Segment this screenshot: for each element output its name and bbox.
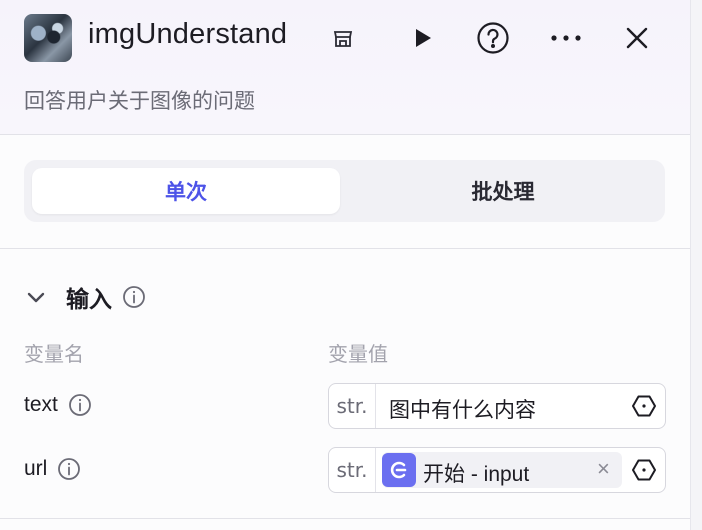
- run-button[interactable]: [404, 20, 440, 56]
- variable-reference-icon[interactable]: [631, 457, 657, 483]
- variable-reference-icon[interactable]: [631, 393, 657, 419]
- plugin-avatar: [24, 14, 72, 62]
- close-button[interactable]: [619, 20, 655, 56]
- tab-single[interactable]: 单次: [32, 168, 340, 214]
- store-icon[interactable]: [331, 27, 355, 51]
- variable-reference-chip[interactable]: 开始 - input ×: [382, 452, 622, 488]
- reference-label: 开始 - input: [423, 463, 530, 486]
- divider: [0, 248, 690, 249]
- help-icon: [477, 22, 509, 54]
- info-icon[interactable]: [57, 457, 81, 481]
- node-test-panel: imgUnderstand 回答用户关于图像的问题 单次 批处理 输入 变量名 …: [0, 0, 690, 530]
- section-title: 输入: [66, 286, 112, 312]
- run-mode-switch: 单次 批处理: [24, 160, 665, 222]
- param-url-field[interactable]: str. 开始 - input ×: [328, 447, 666, 493]
- column-header-value: 变量值: [328, 344, 388, 366]
- param-row-url-label: url: [24, 457, 81, 481]
- panel-header: imgUnderstand 回答用户关于图像的问题: [0, 0, 690, 135]
- help-button[interactable]: [475, 20, 511, 56]
- param-row-text-label: text: [24, 393, 92, 417]
- type-badge: str.: [329, 384, 376, 428]
- tab-batch[interactable]: 批处理: [349, 168, 657, 214]
- start-node-icon: [382, 453, 416, 487]
- column-header-name: 变量名: [24, 344, 84, 366]
- plugin-title: imgUnderstand: [88, 18, 288, 50]
- play-icon: [416, 29, 431, 47]
- close-icon: [626, 27, 648, 49]
- plugin-description: 回答用户关于图像的问题: [24, 90, 255, 113]
- more-icon: [551, 35, 581, 41]
- param-value[interactable]: 图中有什么内容: [389, 394, 536, 424]
- more-button[interactable]: [548, 20, 584, 56]
- remove-reference-icon[interactable]: ×: [597, 456, 610, 482]
- param-name: text: [24, 393, 58, 416]
- info-icon[interactable]: [68, 393, 92, 417]
- param-name: url: [24, 457, 48, 480]
- scrollbar[interactable]: [690, 0, 702, 530]
- divider: [0, 518, 690, 519]
- chevron-down-icon[interactable]: [24, 285, 48, 309]
- type-badge: str.: [329, 448, 376, 492]
- input-section-header[interactable]: 输入: [24, 282, 146, 312]
- param-text-field[interactable]: str. 图中有什么内容: [328, 383, 666, 429]
- info-icon[interactable]: [122, 285, 146, 309]
